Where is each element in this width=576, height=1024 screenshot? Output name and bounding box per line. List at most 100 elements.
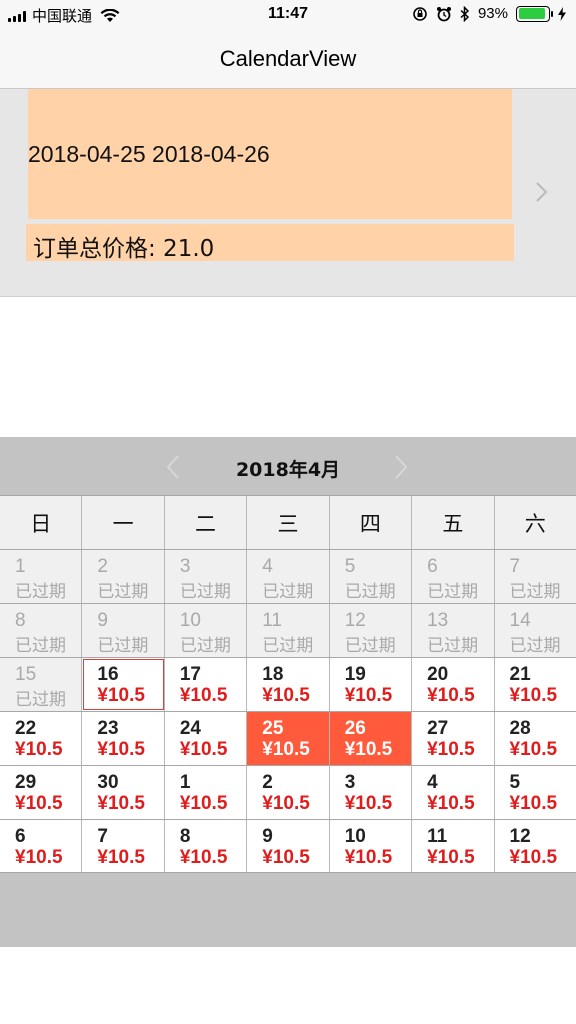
day-number: 7 (509, 556, 521, 577)
calendar-day-cell[interactable]: 17 ¥10.5 (164, 658, 248, 711)
day-number: 25 (262, 718, 284, 739)
calendar-week-row: 22 ¥10.5 23 ¥10.5 24 ¥10.5 25 ¥10.5 26 ¥10.5 27 ¥10… (0, 711, 576, 765)
chevron-right-icon[interactable] (532, 179, 552, 205)
day-price: ¥10.5 (179, 793, 228, 814)
day-number: 2 (262, 772, 273, 793)
day-number: 28 (509, 718, 531, 739)
day-number: 5 (344, 556, 356, 577)
day-number: 17 (179, 664, 201, 685)
weekday-label: 二 (164, 496, 248, 549)
day-price: ¥10.5 (509, 685, 558, 706)
calendar-day-cell[interactable]: 27 ¥10.5 (412, 712, 495, 765)
day-price: ¥10.5 (262, 847, 310, 868)
day-number: 2 (97, 556, 108, 577)
day-price: ¥10.5 (427, 739, 475, 760)
expired-label: 已过期 (344, 636, 396, 656)
day-number: 7 (97, 826, 108, 847)
day-price: ¥10.5 (97, 793, 145, 814)
calendar-day-cell[interactable]: 21 ¥10.5 (494, 658, 576, 711)
calendar-day-cell[interactable]: 20 ¥10.5 (412, 658, 495, 711)
calendar-day-cell[interactable]: 29 ¥10.5 (0, 766, 83, 819)
day-number: 11 (262, 610, 282, 631)
day-price: ¥10.5 (344, 793, 393, 814)
day-price: ¥10.5 (262, 739, 310, 760)
calendar-day-cell[interactable]: 30 ¥10.5 (82, 766, 165, 819)
expired-label: 已过期 (262, 582, 314, 602)
calendar-day-cell[interactable]: 28 ¥10.5 (494, 712, 576, 765)
calendar-day-cell[interactable]: 24 ¥10.5 (164, 712, 248, 765)
day-price: ¥10.5 (344, 739, 393, 760)
total-price-label: 订单总价格: 21.0 (33, 236, 215, 262)
calendar-day-cell: 1 已过期 (0, 550, 83, 603)
day-number: 12 (509, 826, 531, 847)
calendar-week-row: 1 已过期 2 已过期 3 已过期 4 已过期 5 已过期 6 已过期 7 已过期 (0, 549, 576, 603)
day-number: 9 (97, 610, 108, 631)
day-price: ¥10.5 (509, 739, 558, 760)
day-price: ¥10.5 (427, 793, 475, 814)
day-number: 24 (179, 718, 201, 739)
calendar-day-cell[interactable]: 10 ¥10.5 (329, 820, 413, 872)
calendar-day-cell[interactable]: 6 ¥10.5 (0, 820, 83, 872)
calendar-day-cell[interactable]: 4 ¥10.5 (412, 766, 495, 819)
calendar-day-cell[interactable]: 19 ¥10.5 (329, 658, 413, 711)
calendar-day-cell[interactable]: 11 ¥10.5 (412, 820, 495, 872)
status-bar-right: 93% (412, 5, 566, 22)
weekday-label: 六 (494, 496, 576, 549)
battery-icon (516, 5, 553, 22)
day-number: 11 (427, 826, 448, 847)
day-price: ¥10.5 (179, 685, 228, 706)
calendar-day-cell[interactable]: 7 ¥10.5 (82, 820, 165, 872)
selected-dates-label: 2018-04-25 2018-04-26 (28, 141, 270, 167)
calendar-day-cell[interactable]: 18 ¥10.5 (247, 658, 330, 711)
day-price: ¥10.5 (344, 685, 393, 706)
calendar-day-cell[interactable]: 1 ¥10.5 (164, 766, 248, 819)
calendar-day-cell[interactable]: 22 ¥10.5 (0, 712, 83, 765)
calendar-day-cell: 15 已过期 (0, 658, 83, 711)
calendar-week-row: 8 已过期 9 已过期 10 已过期 11 已过期 12 已过期 13 已过期 14 已过期 (0, 603, 576, 657)
weekday-label: 五 (412, 496, 495, 549)
day-price: ¥10.5 (427, 685, 475, 706)
calendar-day-cell[interactable]: 5 ¥10.5 (494, 766, 576, 819)
day-price: ¥10.5 (344, 847, 393, 868)
calendar-day-cell: 6 已过期 (412, 550, 495, 603)
day-number: 3 (179, 556, 191, 577)
calendar-day-cell[interactable]: 25 ¥10.5 (247, 712, 330, 765)
expired-label: 已过期 (15, 690, 66, 710)
weekday-label: 三 (247, 496, 330, 549)
expired-label: 已过期 (344, 582, 396, 602)
calendar-day-cell: 2 已过期 (82, 550, 165, 603)
day-price: ¥10.5 (97, 739, 145, 760)
navigation-bar: CalendarView (0, 30, 576, 89)
calendar-day-cell[interactable]: 23 ¥10.5 (82, 712, 165, 765)
chevron-right-icon[interactable] (392, 453, 410, 481)
day-number: 9 (262, 826, 273, 847)
calendar-day-cell: 4 已过期 (247, 550, 330, 603)
calendar: 2018年4月 日一二三四五六 1 已过期 2 已过期 3 已过期 4 已过期 5 已过期 6 已过期… (0, 437, 576, 947)
total-price-box: 订单总价格: 21.0 (26, 224, 514, 262)
weekday-row: 日一二三四五六 (0, 495, 576, 549)
calendar-day-cell[interactable]: 26 ¥10.5 (329, 712, 413, 765)
calendar-day-cell[interactable]: 3 ¥10.5 (329, 766, 413, 819)
day-number: 4 (427, 772, 438, 793)
day-price: ¥10.5 (97, 847, 145, 868)
weekday-label: 日 (0, 496, 83, 549)
day-price: ¥10.5 (97, 685, 145, 706)
day-price: ¥10.5 (15, 847, 63, 868)
day-number: 15 (15, 664, 37, 685)
calendar-day-cell[interactable]: 12 ¥10.5 (494, 820, 576, 872)
day-number: 20 (427, 664, 449, 685)
calendar-day-cell[interactable]: 9 ¥10.5 (247, 820, 330, 872)
expired-label: 已过期 (179, 582, 231, 602)
day-number: 1 (179, 772, 191, 793)
calendar-day-cell[interactable]: 8 ¥10.5 (164, 820, 248, 872)
day-price: ¥10.5 (262, 793, 310, 814)
expired-label: 已过期 (97, 636, 149, 656)
day-number: 26 (344, 718, 366, 739)
battery-level-fill (518, 8, 546, 19)
calendar-day-cell[interactable]: 16 ¥10.5 (82, 658, 165, 711)
expired-label: 已过期 (509, 636, 561, 656)
calendar-day-cell: 11 已过期 (247, 604, 330, 657)
calendar-day-cell[interactable]: 2 ¥10.5 (247, 766, 330, 819)
order-summary-cell[interactable]: 2018-04-25 2018-04-26 订单总价格: 21.0 (0, 89, 576, 297)
nav-title: CalendarView (219, 46, 357, 71)
